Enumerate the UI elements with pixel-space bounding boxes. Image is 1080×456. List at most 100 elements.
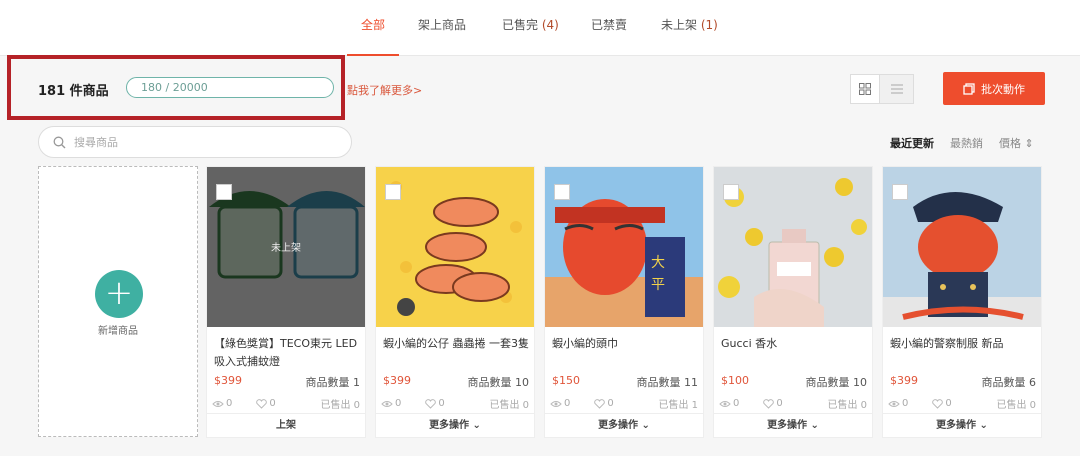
plus-icon[interactable]: + [95,270,143,318]
chevron-down-icon: ⌄ [472,420,481,431]
product-price: $100 [721,374,749,387]
heart-icon [763,398,775,409]
heart-icon [594,398,606,409]
product-name: 蝦小編的頭巾 [552,337,618,350]
select-checkbox[interactable] [385,184,401,200]
search-icon [53,136,66,148]
sold-count: 已售出 0 [489,400,529,411]
product-quantity: 商品數量 10 [467,376,530,389]
more-actions-button[interactable]: 更多操作 ⌄ [545,413,703,437]
select-checkbox[interactable] [554,184,570,200]
product-stats: 0 0 已售出 0 [888,396,1036,411]
eye-icon [212,400,224,407]
learn-more-link[interactable]: 點我了解更多> [347,82,422,98]
chevron-down-icon: ⌄ [979,420,988,431]
sold-count: 已售出 0 [320,400,360,411]
product-name: 【綠色獎賞】TECO東元 LED吸入式捕蚊燈 [214,337,358,368]
like-count: 0 [776,398,783,409]
eye-icon [888,400,900,407]
more-actions-label: 更多操作 [936,420,977,431]
heart-icon [932,398,944,409]
eye-icon [719,400,731,407]
product-image: 未上架 [207,167,365,327]
product-price: $399 [890,374,918,387]
product-quantity: 商品數量 1 [305,376,361,389]
tab-all[interactable]: 全部 [346,16,400,56]
tab-label: 已禁賣 [591,18,628,32]
tab-banned[interactable]: 已禁賣 [591,16,627,56]
select-checkbox[interactable] [216,184,232,200]
heart-icon [256,398,268,409]
view-count: 0 [226,398,233,409]
product-card[interactable]: 未上架 【綠色獎賞】TECO東元 LED吸入式捕蚊燈 $399 商品數量 1 0… [206,166,366,438]
product-stats: 0 0 已售出 0 [212,396,360,411]
add-product-label: 新增商品 [98,326,138,337]
product-image [714,167,872,327]
like-count: 0 [438,398,445,409]
product-price: $399 [383,374,411,387]
chevron-down-icon: ⌄ [810,420,819,431]
batch-action-label: 批次動作 [981,82,1025,96]
more-actions-button[interactable]: 更多操作 ⌄ [714,413,872,437]
search-input[interactable] [74,135,324,149]
tab-live[interactable]: 架上商品 [418,16,466,56]
product-name: 蝦小編的警察制服 新品 [890,337,1004,350]
sort-price[interactable]: 價格 ⇕ [999,135,1034,151]
list-product-button[interactable]: 上架 [207,413,365,437]
sold-count: 已售出 0 [827,400,867,411]
sort-best-selling[interactable]: 最熱銷 [950,135,983,151]
product-name: 蝦小編的公仔 蟲蟲捲 一套3隻 [383,337,529,350]
view-count: 0 [733,398,740,409]
search-box [38,126,352,158]
sold-count: 已售出 1 [658,400,698,411]
svg-text:平: 平 [651,277,665,293]
eye-icon [550,400,562,407]
product-image [883,167,1041,327]
product-list-page: 全部 架上商品 已售完 (4) 已禁賣 未上架 (1) 181 件商品 180 … [0,0,1080,456]
product-image [376,167,534,327]
product-quantity: 商品數量 6 [981,376,1037,389]
like-count: 0 [607,398,614,409]
chevron-down-icon: ⌄ [641,420,650,431]
svg-text:大: 大 [651,255,665,271]
grid-icon [859,83,871,95]
more-actions-label: 更多操作 [767,420,808,431]
product-quantity: 商品數量 11 [636,376,699,389]
product-price: $150 [552,374,580,387]
tab-unlisted[interactable]: 未上架 (1) [661,16,718,56]
tab-label: 已售完 [502,18,539,32]
product-card[interactable]: 蝦小編的警察制服 新品 $399 商品數量 6 0 0 已售出 0 更多操作 ⌄ [882,166,1042,438]
like-count: 0 [269,398,276,409]
tab-sold-out[interactable]: 已售完 (4) [502,16,559,56]
tab-count: (1) [700,18,718,32]
sold-count: 已售出 0 [996,400,1036,411]
product-quantity: 商品數量 10 [805,376,868,389]
product-price: $399 [214,374,242,387]
view-count: 0 [902,398,909,409]
product-stats: 0 0 已售出 0 [719,396,867,411]
more-actions-button[interactable]: 更多操作 ⌄ [883,413,1041,437]
view-count: 0 [395,398,402,409]
list-view-toggle[interactable] [880,74,914,104]
batch-action-button[interactable]: 批次動作 [943,72,1045,105]
quota-badge: 180 / 20000 [126,77,334,98]
select-checkbox[interactable] [892,184,908,200]
product-card[interactable]: 蝦小編的公仔 蟲蟲捲 一套3隻 $399 商品數量 10 0 0 已售出 0 更… [375,166,535,438]
more-actions-button[interactable]: 更多操作 ⌄ [376,413,534,437]
product-card[interactable]: 大 平 蝦小編的頭巾 $150 商品數量 11 0 0 已售出 1 更多操作 ⌄ [544,166,704,438]
select-checkbox[interactable] [723,184,739,200]
more-actions-label: 更多操作 [429,420,470,431]
more-actions-label: 更多操作 [598,420,639,431]
like-count: 0 [945,398,952,409]
product-name: Gucci 香水 [721,337,778,350]
grid-view-toggle[interactable] [850,74,880,104]
product-card[interactable]: Gucci 香水 $100 商品數量 10 0 0 已售出 0 更多操作 ⌄ [713,166,873,438]
product-stats: 0 0 已售出 0 [381,396,529,411]
status-tabs: 全部 架上商品 已售完 (4) 已禁賣 未上架 (1) [0,0,1080,56]
tab-label: 架上商品 [418,18,467,32]
tab-count: (4) [541,18,559,32]
sort-recent[interactable]: 最近更新 [890,135,934,151]
tab-label: 全部 [361,18,386,32]
add-product-card[interactable]: + 新增商品 [38,166,198,437]
heart-icon [425,398,437,409]
